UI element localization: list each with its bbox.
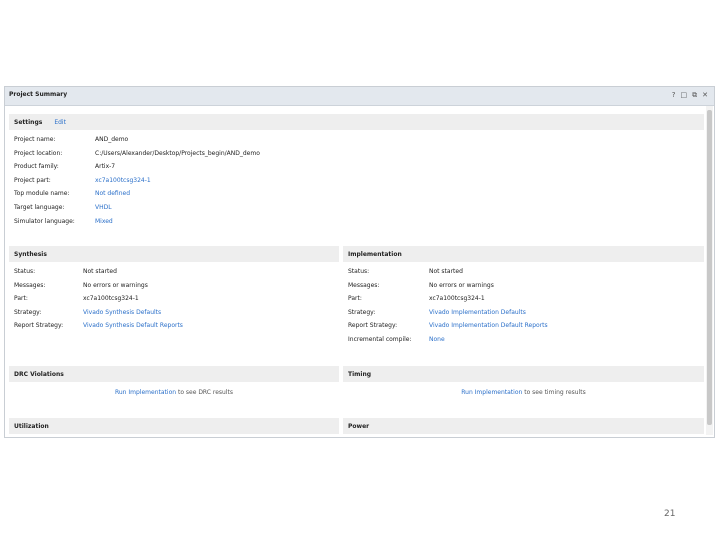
synthesis-header: Synthesis	[9, 246, 339, 262]
settings-heading: Settings	[14, 118, 43, 126]
synthesis-row-value: Not started	[83, 268, 117, 275]
synthesis-row-label: Status:	[14, 268, 36, 275]
close-icon[interactable]: ✕	[702, 90, 708, 100]
window-controls: ? □ ⧉ ✕	[672, 90, 708, 100]
settings-row-value[interactable]: Not defined	[95, 189, 130, 198]
window-titlebar: Project Summary ? □ ⧉ ✕	[5, 87, 714, 106]
utilization-heading: Utilization	[14, 422, 49, 430]
scrollbar-thumb[interactable]	[707, 110, 712, 425]
implementation-row-value[interactable]: Vivado Implementation Default Reports	[429, 321, 548, 330]
power-heading: Power	[348, 422, 370, 430]
implementation-row-value[interactable]: Vivado Implementation Defaults	[429, 308, 526, 317]
drc-message: Run Implementation to see DRC results	[9, 389, 339, 396]
synthesis-row-value: xc7a100tcsg324-1	[83, 295, 139, 303]
synthesis-row-label: Report Strategy:	[14, 322, 64, 330]
synthesis-row-label: Strategy:	[14, 308, 42, 316]
settings-edit-link[interactable]: Edit	[54, 119, 66, 126]
drc-header: DRC Violations	[9, 366, 339, 382]
implementation-row-value[interactable]: None	[429, 335, 445, 344]
implementation-row-label: Incremental compile:	[348, 336, 412, 343]
implementation-header: Implementation	[343, 246, 704, 262]
restore-icon[interactable]: ⧉	[692, 90, 697, 100]
vertical-scrollbar[interactable]	[706, 106, 713, 435]
synthesis-row-value: No errors or warnings	[83, 281, 148, 289]
synthesis-row-label: Part:	[14, 295, 28, 303]
minimize-icon[interactable]: □	[681, 90, 688, 100]
synthesis-row-value[interactable]: Vivado Synthesis Defaults	[83, 308, 161, 317]
settings-row-value[interactable]: xc7a100tcsg324-1	[95, 176, 151, 185]
project-summary-window: Project Summary ? □ ⧉ ✕ Settings Edit Pr…	[4, 86, 715, 438]
synthesis-row-value[interactable]: Vivado Synthesis Default Reports	[83, 321, 183, 330]
drc-run-implementation-link[interactable]: Run Implementation	[115, 389, 176, 396]
settings-row-value[interactable]: VHDL	[95, 203, 112, 212]
settings-row-value[interactable]: Mixed	[95, 217, 113, 226]
synthesis-heading: Synthesis	[14, 250, 47, 258]
settings-row-value: AND_demo	[95, 136, 129, 143]
timing-message: Run Implementation to see timing results	[343, 389, 704, 396]
drc-message-text: to see DRC results	[177, 389, 234, 396]
timing-run-implementation-link[interactable]: Run Implementation	[461, 389, 522, 396]
settings-header: Settings Edit	[9, 114, 704, 130]
synthesis-row-label: Messages:	[14, 281, 46, 289]
settings-row-label: Project location:	[14, 149, 63, 157]
settings-row-label: Simulator language:	[14, 217, 75, 225]
help-icon[interactable]: ?	[672, 90, 676, 100]
implementation-row-label: Messages:	[348, 281, 380, 289]
implementation-row-label: Status:	[348, 268, 370, 275]
implementation-row-label: Part:	[348, 295, 362, 303]
timing-heading: Timing	[348, 370, 372, 378]
implementation-row-label: Strategy:	[348, 308, 376, 316]
page-number: 21	[664, 509, 676, 519]
settings-row-label: Top module name:	[14, 190, 70, 198]
timing-header: Timing	[343, 366, 704, 382]
drc-heading: DRC Violations	[14, 370, 64, 378]
implementation-heading: Implementation	[348, 250, 402, 258]
power-header: Power	[343, 418, 704, 434]
timing-message-text: to see timing results	[524, 389, 586, 396]
settings-row-label: Project part:	[14, 176, 51, 184]
settings-row-value: Artix-7	[95, 163, 116, 171]
implementation-row-value: Not started	[429, 268, 463, 275]
settings-row-label: Product family:	[14, 163, 59, 171]
settings-row-value: C:/Users/Alexander/Desktop/Projects_begi…	[95, 149, 260, 157]
implementation-row-value: xc7a100tcsg324-1	[429, 295, 485, 303]
settings-row-label: Target language:	[14, 204, 65, 211]
implementation-row-value: No errors or warnings	[429, 281, 494, 289]
window-title: Project Summary	[9, 91, 68, 98]
utilization-header: Utilization	[9, 418, 339, 434]
settings-row-label: Project name:	[14, 136, 56, 143]
implementation-row-label: Report Strategy:	[348, 322, 398, 330]
